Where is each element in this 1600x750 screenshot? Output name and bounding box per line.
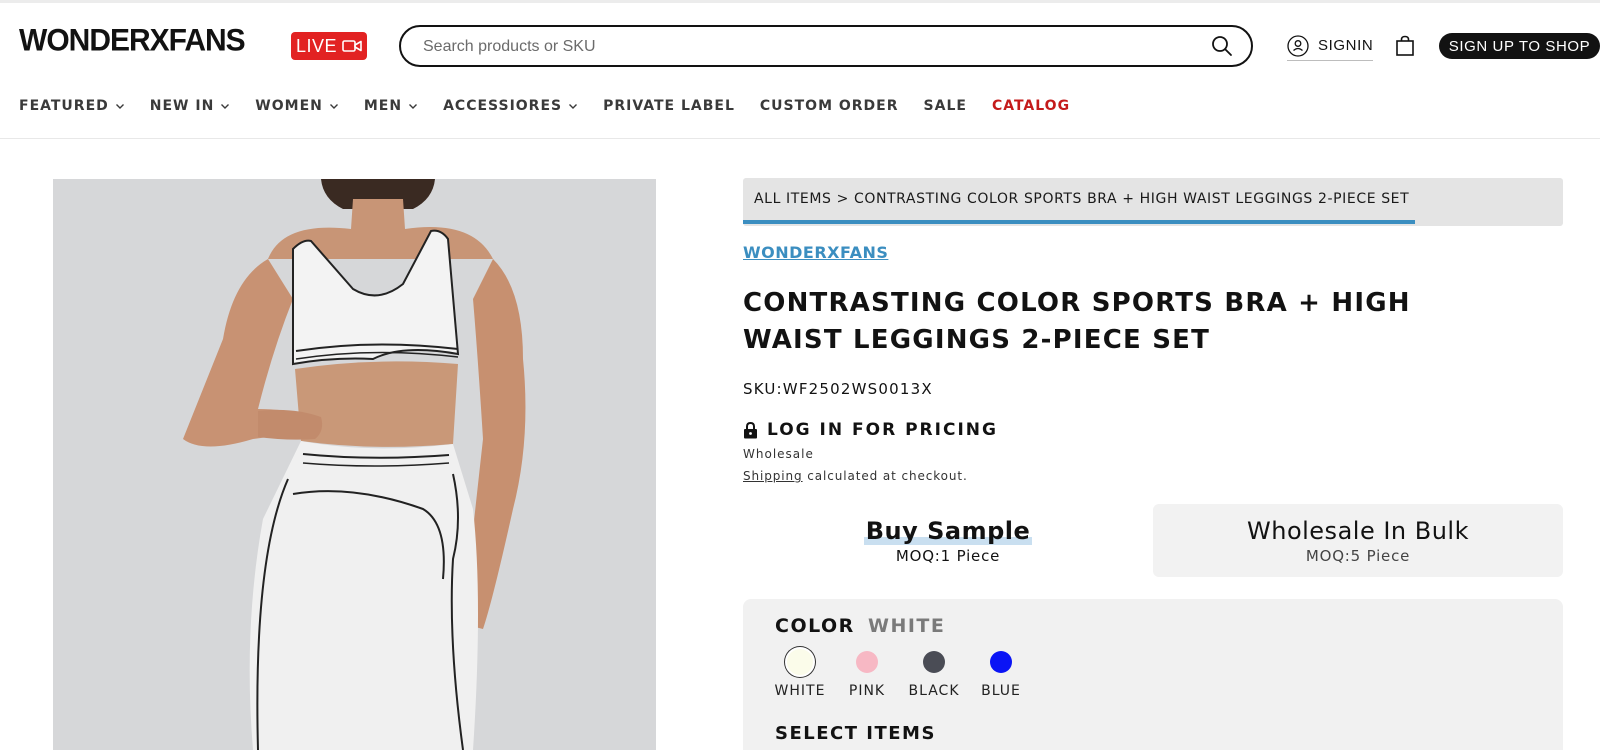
- wholesale-bulk-moq: MOQ:5 Piece: [1305, 547, 1411, 565]
- shipping-link[interactable]: Shipping: [743, 469, 803, 483]
- color-swatch-pink[interactable]: PINK: [837, 647, 897, 699]
- nav-item-label: PRIVATE LABEL: [603, 98, 735, 114]
- vendor-link[interactable]: WONDERXFANS: [743, 243, 888, 262]
- user-icon: [1287, 34, 1309, 57]
- nav-item-new-in[interactable]: NEW IN: [150, 98, 231, 114]
- nav-item-men[interactable]: MEN: [364, 98, 418, 114]
- nav-item-featured[interactable]: FEATURED: [19, 98, 125, 114]
- live-label: LIVE: [295, 35, 338, 56]
- lock-icon: [744, 421, 757, 439]
- breadcrumb: ALL ITEMS > CONTRASTING COLOR SPORTS BRA…: [743, 178, 1563, 226]
- nav-item-label: FEATURED: [19, 98, 109, 114]
- nav-item-catalog[interactable]: CATALOG: [992, 98, 1070, 114]
- color-swatch-white[interactable]: WHITE: [770, 647, 830, 699]
- nav-item-custom-order[interactable]: CUSTOM ORDER: [760, 98, 899, 114]
- color-swatch-label: BLACK: [908, 683, 960, 699]
- chevron-down-icon: [329, 104, 338, 109]
- product-image[interactable]: [53, 179, 656, 750]
- buy-sample-label: Buy Sample: [863, 517, 1033, 545]
- signin-label: SIGNIN: [1318, 37, 1374, 54]
- variant-panel: COLOR WHITE WHITE PINK BLACK BLUE SELECT IT…: [743, 599, 1563, 750]
- nav-item-label: SALE: [923, 98, 967, 114]
- color-swatch-dot: [990, 651, 1012, 673]
- nav-item-label: WOMEN: [255, 98, 323, 114]
- chevron-down-icon: [569, 104, 578, 109]
- color-swatch-label: BLUE: [981, 683, 1021, 699]
- wholesale-bulk-label: Wholesale In Bulk: [1247, 517, 1469, 545]
- product-sku: SKU:WF2502WS0013X: [743, 380, 933, 398]
- product-title: CONTRASTING COLOR SPORTS BRA + HIGH WAIS…: [743, 288, 1411, 355]
- search-bar: [399, 25, 1253, 67]
- search-icon[interactable]: [1211, 35, 1233, 57]
- signup-button[interactable]: SIGN UP TO SHOP: [1439, 33, 1600, 59]
- product-photo: [53, 179, 656, 750]
- login-for-pricing[interactable]: LOG IN FOR PRICING: [743, 420, 998, 440]
- nav-item-sale[interactable]: SALE: [924, 98, 967, 114]
- signin-link[interactable]: SIGNIN: [1287, 33, 1374, 61]
- selected-color: WHITE: [868, 615, 946, 637]
- site-logo[interactable]: WONDERXFANS: [19, 23, 246, 59]
- search-input[interactable]: [423, 35, 1183, 59]
- color-swatch-black[interactable]: BLACK: [904, 647, 964, 699]
- nav-item-label: CATALOG: [991, 98, 1071, 114]
- nav-item-accessiores[interactable]: ACCESSIORES: [443, 98, 578, 114]
- nav-item-private-label[interactable]: PRIVATE LABEL: [603, 98, 735, 114]
- live-button[interactable]: LIVE: [291, 32, 367, 60]
- top-rule: [0, 0, 1600, 3]
- shopping-bag-icon[interactable]: [1395, 35, 1415, 57]
- nav-item-women[interactable]: WOMEN: [255, 98, 339, 114]
- buy-sample-moq: MOQ:1 Piece: [895, 547, 1001, 565]
- nav-item-label: MEN: [363, 98, 403, 114]
- wholesale-note: Wholesale: [743, 447, 814, 461]
- nav-item-label: CUSTOM ORDER: [759, 98, 899, 114]
- pricing-label: LOG IN FOR PRICING: [767, 420, 998, 440]
- video-camera-icon: [342, 40, 362, 52]
- nav-item-label: ACCESSIORES: [443, 98, 563, 114]
- breadcrumb-progress-bar: [743, 220, 1415, 224]
- color-swatch-dot: [785, 647, 815, 677]
- shipping-note: Shipping calculated at checkout.: [743, 469, 968, 483]
- header-divider: [0, 138, 1600, 139]
- chevron-down-icon: [221, 104, 230, 109]
- nav-item-label: NEW IN: [149, 98, 215, 114]
- main-nav: FEATURED NEW IN WOMEN MEN ACCESSIORES PRIVATE…: [19, 95, 1095, 117]
- color-swatch-dot: [856, 651, 878, 673]
- select-items-heading: SELECT ITEMS: [775, 723, 936, 744]
- color-swatch-label: WHITE: [774, 683, 826, 699]
- shipping-note-text: calculated at checkout.: [802, 469, 968, 483]
- chevron-down-icon: [115, 104, 124, 109]
- color-swatch-blue[interactable]: BLUE: [971, 647, 1031, 699]
- color-swatch-label: PINK: [848, 683, 886, 699]
- buy-sample-option[interactable]: Buy Sample MOQ:1 Piece: [743, 504, 1153, 577]
- wholesale-bulk-option[interactable]: Wholesale In Bulk MOQ:5 Piece: [1153, 504, 1563, 577]
- color-label: COLOR: [775, 615, 855, 637]
- color-swatch-dot: [923, 651, 945, 673]
- breadcrumb-text[interactable]: ALL ITEMS > CONTRASTING COLOR SPORTS BRA…: [754, 191, 1409, 207]
- chevron-down-icon: [409, 104, 418, 109]
